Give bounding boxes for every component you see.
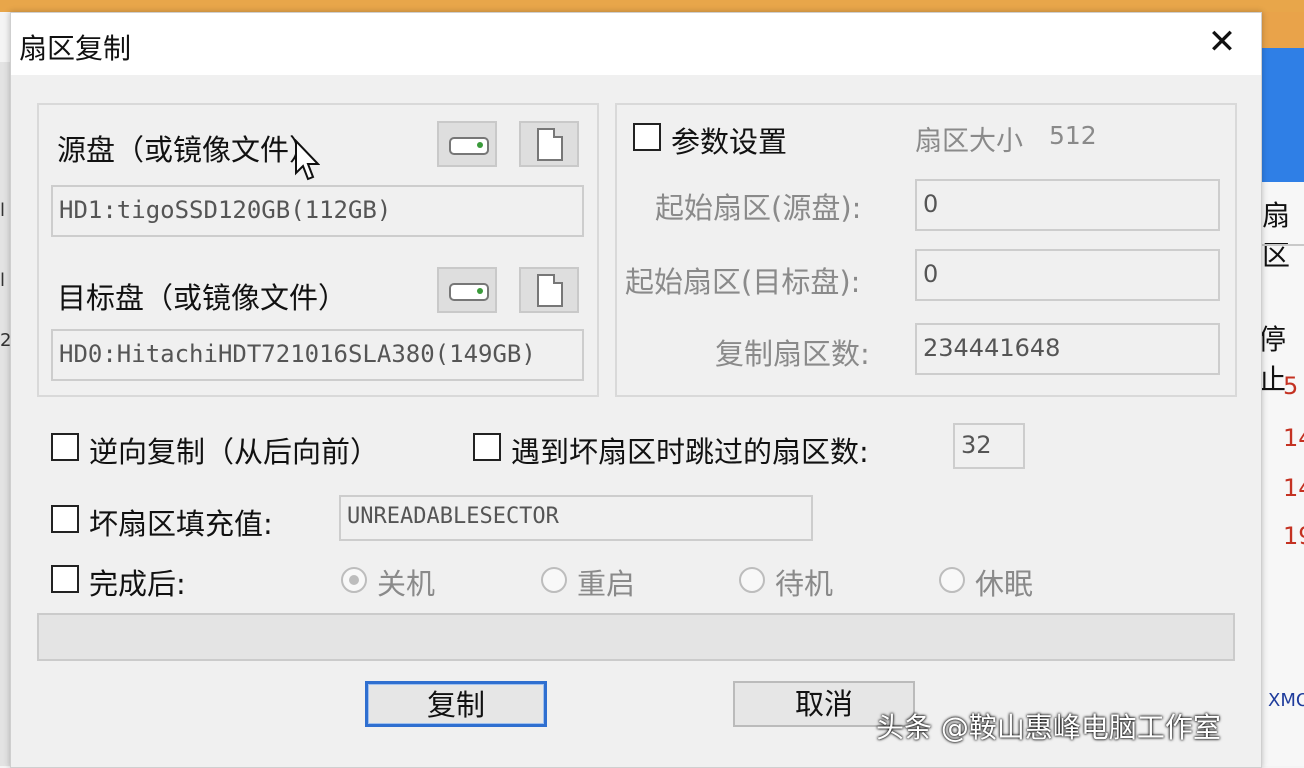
sector-size-label: 扇区大小 <box>915 126 1023 157</box>
select-source-image-button[interactable] <box>519 121 579 167</box>
start-sector-source-field[interactable]: 0 <box>915 179 1220 231</box>
parameter-settings-checkbox[interactable] <box>633 123 661 151</box>
dialog-title: 扇区复制 <box>19 32 132 65</box>
background-number: 14 <box>1283 474 1304 502</box>
bad-sector-fill-label: 坏扇区填充值: <box>89 507 273 541</box>
background-divider <box>1262 244 1304 246</box>
reverse-copy-label: 逆向复制（从后向前） <box>89 435 380 469</box>
select-source-disk-button[interactable] <box>437 121 497 167</box>
hard-disk-icon <box>449 137 489 155</box>
background-left-mark: l <box>0 270 6 291</box>
radio-standby-label: 待机 <box>775 567 834 601</box>
background-left-strip <box>0 62 10 766</box>
close-icon[interactable]: ✕ <box>1199 19 1245 65</box>
background-titlebar <box>0 0 1304 12</box>
background-panel-title: 扇区 <box>1262 199 1291 272</box>
file-icon <box>537 128 563 161</box>
copy-button[interactable]: 复制 <box>365 681 547 727</box>
skip-bad-sectors-checkbox[interactable] <box>473 433 501 461</box>
dialog-titlebar: 扇区复制 ✕ <box>11 13 1261 75</box>
bad-sector-fill-checkbox[interactable] <box>51 505 79 533</box>
file-icon <box>537 274 563 307</box>
background-left-mark: l <box>0 200 6 221</box>
skip-bad-sectors-field[interactable]: 32 <box>953 423 1025 469</box>
start-sector-target-label: 起始扇区(目标盘): <box>625 265 861 299</box>
radio-standby[interactable] <box>739 567 765 593</box>
radio-restart-label: 重启 <box>577 567 636 601</box>
background-bottom-text: XMO <box>1268 690 1304 711</box>
skip-bad-sectors-label: 遇到坏扇区时跳过的扇区数: <box>511 435 869 469</box>
start-sector-source-label: 起始扇区(源盘): <box>655 191 862 225</box>
parameter-settings-label: 参数设置 <box>671 125 788 159</box>
copy-sector-count-field[interactable]: 234441648 <box>915 323 1220 375</box>
source-disk-label: 源盘（或镜像文件） <box>57 133 319 167</box>
radio-hibernate[interactable] <box>939 567 965 593</box>
watermark-text: 头条 @鞍山惠峰电脑工作室 <box>876 711 1221 744</box>
after-completion-checkbox[interactable] <box>51 565 79 593</box>
hard-disk-icon <box>449 283 489 301</box>
target-disk-label: 目标盘（或镜像文件） <box>57 281 348 315</box>
background-number: 19 <box>1283 522 1304 550</box>
source-disk-field[interactable]: HD1:tigoSSD120GB(112GB) <box>51 185 584 237</box>
mouse-cursor-icon <box>295 139 320 181</box>
start-sector-target-field[interactable]: 0 <box>915 249 1220 301</box>
background-orange-strip <box>1262 12 1304 48</box>
copy-sector-count-label: 复制扇区数: <box>715 337 870 371</box>
sector-size-value: 512 <box>1049 121 1097 150</box>
background-number: 14 <box>1283 424 1304 452</box>
bad-sector-fill-field[interactable]: UNREADABLESECTOR <box>339 495 813 541</box>
target-disk-field[interactable]: HD0:HitachiHDT721016SLA380(149GB) <box>51 329 584 381</box>
select-target-image-button[interactable] <box>519 267 579 313</box>
reverse-copy-checkbox[interactable] <box>51 433 79 461</box>
radio-restart[interactable] <box>541 567 567 593</box>
sector-copy-dialog: 扇区复制 ✕ 源盘（或镜像文件） HD1:tigoSSD120GB(112GB)… <box>10 12 1262 768</box>
select-target-disk-button[interactable] <box>437 267 497 313</box>
radio-hibernate-label: 休眠 <box>975 567 1034 601</box>
background-number: 5 <box>1283 372 1299 400</box>
after-completion-label: 完成后: <box>89 567 186 601</box>
radio-shutdown-label: 关机 <box>377 567 436 601</box>
radio-shutdown[interactable] <box>341 567 367 593</box>
progress-bar <box>37 613 1235 661</box>
